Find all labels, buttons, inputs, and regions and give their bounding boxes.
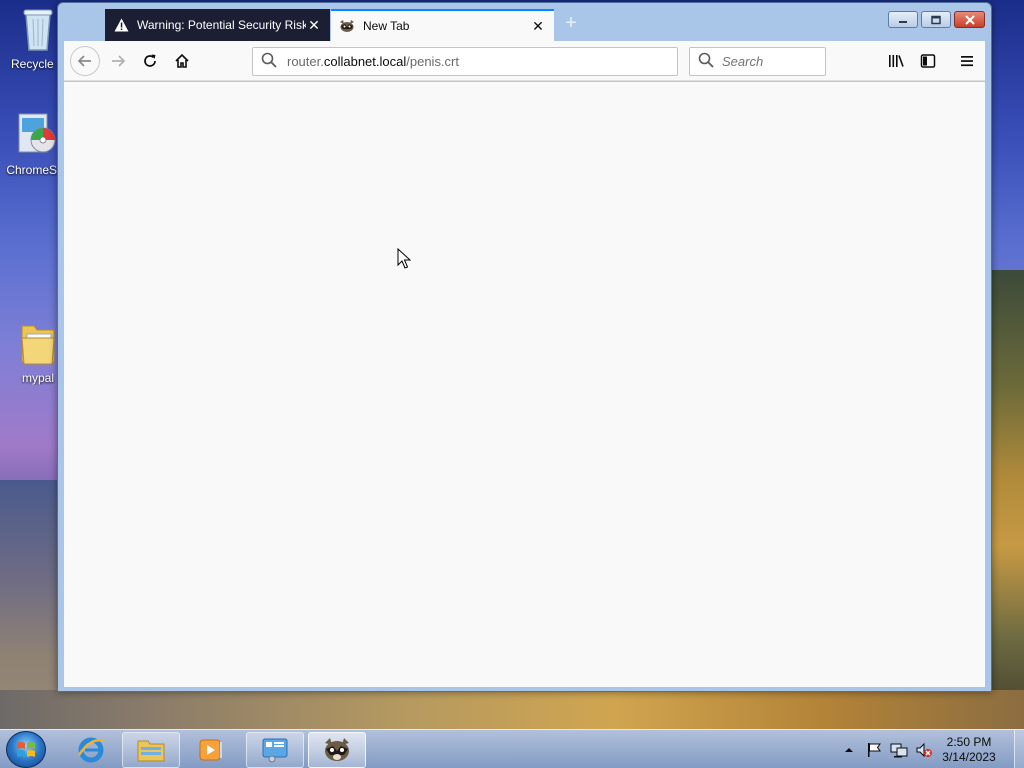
media-player-icon [199, 739, 222, 761]
browser-window: Warning: Potential Security Risk ✕ New T… [57, 2, 992, 692]
wallpaper-shore [0, 690, 1024, 730]
search-icon [698, 52, 714, 71]
start-button[interactable] [6, 731, 46, 768]
back-button[interactable] [70, 46, 100, 76]
restore-icon [931, 15, 941, 24]
navigation-toolbar: router.collabnet.local/penis.crt [64, 41, 985, 81]
tab-title: New Tab [363, 19, 410, 33]
search-icon [261, 52, 277, 71]
forward-arrow-icon [112, 55, 126, 67]
library-button[interactable] [882, 47, 910, 75]
show-desktop-button[interactable] [1014, 730, 1024, 768]
library-icon [889, 55, 904, 67]
tab-strip: Warning: Potential Security Risk ✕ New T… [58, 3, 991, 41]
taskbar-internet-explorer[interactable] [62, 732, 120, 768]
back-arrow-icon [77, 55, 91, 67]
hamburger-menu-icon [961, 56, 973, 67]
tab-new-tab[interactable]: New Tab ✕ [331, 9, 554, 41]
close-window-button[interactable] [954, 11, 985, 28]
action-center-flag-icon[interactable] [863, 739, 885, 761]
minimize-button[interactable] [888, 11, 918, 28]
url-bar[interactable]: router.collabnet.local/penis.crt [252, 47, 678, 76]
page-content[interactable] [64, 82, 985, 687]
taskbar-file-explorer[interactable] [122, 732, 180, 768]
volume-muted-icon[interactable] [913, 739, 935, 761]
url-text[interactable]: router.collabnet.local/penis.crt [287, 54, 459, 69]
sidebar-toggle-button[interactable] [914, 47, 942, 75]
reload-button[interactable] [136, 47, 164, 75]
search-input[interactable] [722, 54, 822, 69]
sidebar-icon [920, 54, 936, 68]
url-domain: collabnet.local [323, 54, 407, 69]
raccoon-icon [339, 18, 355, 34]
search-bar[interactable] [689, 47, 826, 76]
tab-security-warning[interactable]: Warning: Potential Security Risk ✕ [105, 9, 330, 41]
control-panel-icon [262, 738, 288, 763]
taskbar-clock[interactable]: 2:50 PM 3/14/2023 [938, 735, 1000, 765]
system-tray: 2:50 PM 3/14/2023 [838, 730, 1024, 768]
home-button[interactable] [168, 47, 196, 75]
taskbar-media-player[interactable] [182, 732, 240, 768]
minimize-icon [899, 20, 907, 23]
close-icon[interactable]: ✕ [530, 18, 546, 34]
wallpaper-field [988, 270, 1024, 730]
clock-time: 2:50 PM [946, 734, 992, 749]
new-tab-button[interactable]: + [560, 13, 582, 35]
network-icon[interactable] [888, 739, 910, 761]
restore-button[interactable] [921, 11, 951, 28]
internet-explorer-icon [77, 737, 105, 763]
taskbar-control-panel[interactable] [246, 732, 304, 768]
tab-title: Warning: Potential Security Risk [137, 18, 306, 32]
close-icon[interactable]: ✕ [306, 17, 322, 33]
window-controls [888, 11, 985, 28]
clock-date: 3/14/2023 [942, 749, 996, 764]
taskbar-mypal-browser[interactable] [308, 732, 366, 768]
mouse-cursor-icon [397, 247, 412, 273]
home-icon [175, 53, 189, 68]
warning-icon [113, 17, 129, 33]
mypal-browser-icon [325, 738, 349, 761]
forward-button[interactable] [104, 47, 132, 75]
menu-button[interactable] [953, 47, 981, 75]
close-window-icon [964, 14, 975, 25]
url-prefix: router. [287, 54, 324, 69]
show-hidden-icons-icon[interactable] [838, 739, 860, 761]
taskbar: 2:50 PM 3/14/2023 [0, 729, 1024, 768]
url-path: /penis.crt [406, 54, 459, 69]
reload-icon [144, 54, 156, 67]
windows-logo-icon [17, 741, 35, 757]
file-explorer-icon [137, 740, 165, 762]
